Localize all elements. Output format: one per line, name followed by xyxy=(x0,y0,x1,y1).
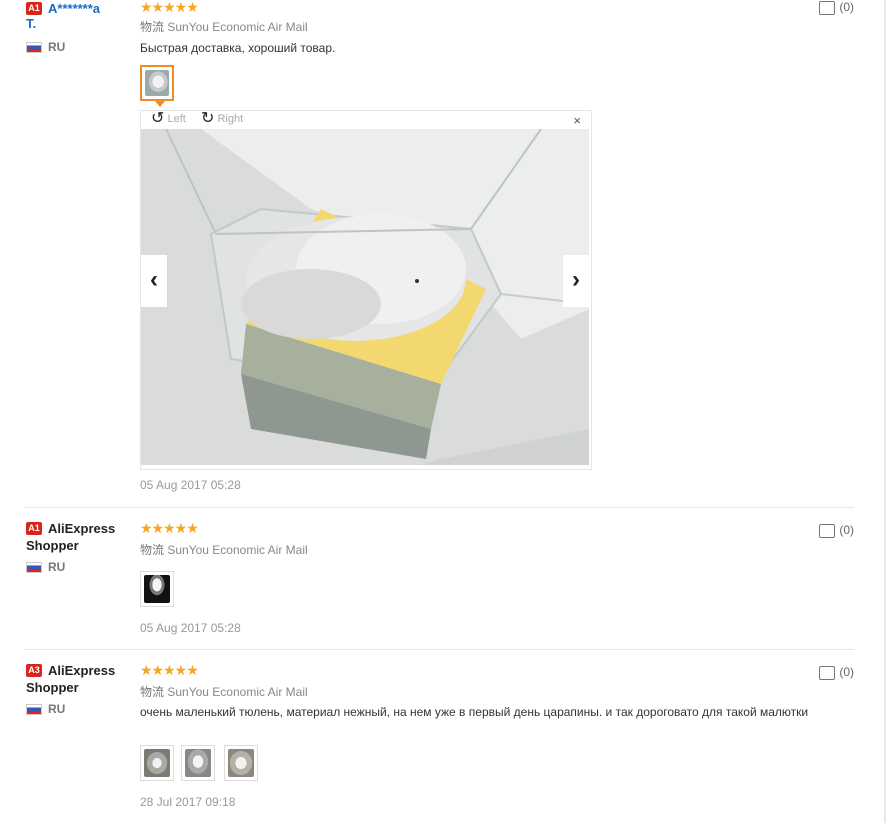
close-icon[interactable]: × xyxy=(573,113,581,128)
viewer-toolbar: ↺ Left ↻ Right × xyxy=(141,111,591,129)
photo-viewer: ↺ Left ↻ Right × ‹ › xyxy=(140,110,592,470)
helpful-count: (0) xyxy=(839,0,854,14)
review-date: 05 Aug 2017 05:28 xyxy=(140,621,241,635)
review-photo-thumbnail[interactable] xyxy=(140,571,174,607)
logistics-info: 物流 SunYou Economic Air Mail xyxy=(140,18,308,35)
review-item: A1 A*******a T. RU ★★★★★ 物流 SunYou Econom… xyxy=(24,0,854,505)
reviewer-name-line2[interactable]: T. xyxy=(26,16,136,32)
review-text: очень маленький тюлень, материал нежный,… xyxy=(140,705,809,719)
buyer-level-badge: A3 xyxy=(26,664,42,677)
reviewer-info: A1 AliExpress Shopper RU xyxy=(26,520,136,574)
reviewer-info: A3 AliExpress Shopper RU xyxy=(26,662,136,716)
review-photo-thumbnail[interactable] xyxy=(224,745,258,781)
reviewer-name[interactable]: A*******a xyxy=(48,1,100,16)
star-rating: ★★★★★ xyxy=(140,0,199,15)
logistics-label: 物流 xyxy=(140,685,165,699)
logistics-info: 物流 SunYou Economic Air Mail xyxy=(140,541,308,558)
review-date: 28 Jul 2017 09:18 xyxy=(140,795,236,809)
review-photo-large: ‹ › xyxy=(141,129,589,465)
logistics-method: SunYou Economic Air Mail xyxy=(167,543,308,557)
next-photo-button[interactable]: › xyxy=(563,255,589,307)
buyer-level-badge: A1 xyxy=(26,2,42,15)
prev-photo-button[interactable]: ‹ xyxy=(141,255,167,307)
logistics-label: 物流 xyxy=(140,543,165,557)
helpful-count: (0) xyxy=(839,523,854,537)
review-item: A1 AliExpress Shopper RU ★★★★★ 物流 SunYou … xyxy=(24,520,854,645)
review-text: Быстрая доставка, хороший товар. xyxy=(140,41,336,55)
review-divider xyxy=(24,649,854,650)
rotate-right-button[interactable]: ↻ Right xyxy=(201,111,243,127)
reviewer-country: RU xyxy=(26,40,136,54)
russia-flag-icon xyxy=(26,42,42,54)
rotate-right-icon: ↻ xyxy=(201,110,215,127)
review-date: 05 Aug 2017 05:28 xyxy=(140,478,241,492)
rotate-left-icon: ↺ xyxy=(151,110,165,127)
review-photo-thumbnail[interactable] xyxy=(140,65,174,101)
thumbs-up-icon xyxy=(819,523,836,538)
country-code: RU xyxy=(48,702,66,716)
thumbs-up-icon xyxy=(819,665,836,680)
helpful-count: (0) xyxy=(839,665,854,679)
logistics-method: SunYou Economic Air Mail xyxy=(167,685,308,699)
thumbs-up-icon xyxy=(819,0,836,15)
review-photo-thumbnail[interactable] xyxy=(140,745,174,781)
reviewer-info: A1 A*******a T. RU xyxy=(26,0,136,54)
helpful-button[interactable]: (0) xyxy=(819,665,854,680)
russia-flag-icon xyxy=(26,562,42,574)
review-divider xyxy=(24,507,854,508)
active-thumb-pointer xyxy=(155,101,165,107)
reviewer-name-line2: Shopper xyxy=(26,538,79,553)
country-code: RU xyxy=(48,560,66,574)
reviewer-name: AliExpress xyxy=(48,663,116,678)
reviewer-name-line2: Shopper xyxy=(26,680,79,695)
review-photo-thumbnail[interactable] xyxy=(181,745,215,781)
product-photo xyxy=(141,129,589,465)
country-code: RU xyxy=(48,40,66,54)
russia-flag-icon xyxy=(26,704,42,716)
reviewer-country: RU xyxy=(26,560,136,574)
star-rating: ★★★★★ xyxy=(140,662,199,678)
review-item: A3 AliExpress Shopper RU ★★★★★ 物流 SunYou … xyxy=(24,662,854,822)
logistics-info: 物流 SunYou Economic Air Mail xyxy=(140,683,308,700)
reviewer-country: RU xyxy=(26,702,136,716)
rotate-left-button[interactable]: ↺ Left xyxy=(151,111,186,127)
buyer-level-badge: A1 xyxy=(26,522,42,535)
logistics-label: 物流 xyxy=(140,20,165,34)
rotate-left-label: Left xyxy=(167,112,186,125)
rotate-right-label: Right xyxy=(217,112,244,125)
logistics-method: SunYou Economic Air Mail xyxy=(167,20,308,34)
helpful-button[interactable]: (0) xyxy=(819,523,854,538)
reviewer-name: AliExpress xyxy=(48,521,116,536)
star-rating: ★★★★★ xyxy=(140,520,199,536)
helpful-button[interactable]: (0) xyxy=(819,0,854,15)
